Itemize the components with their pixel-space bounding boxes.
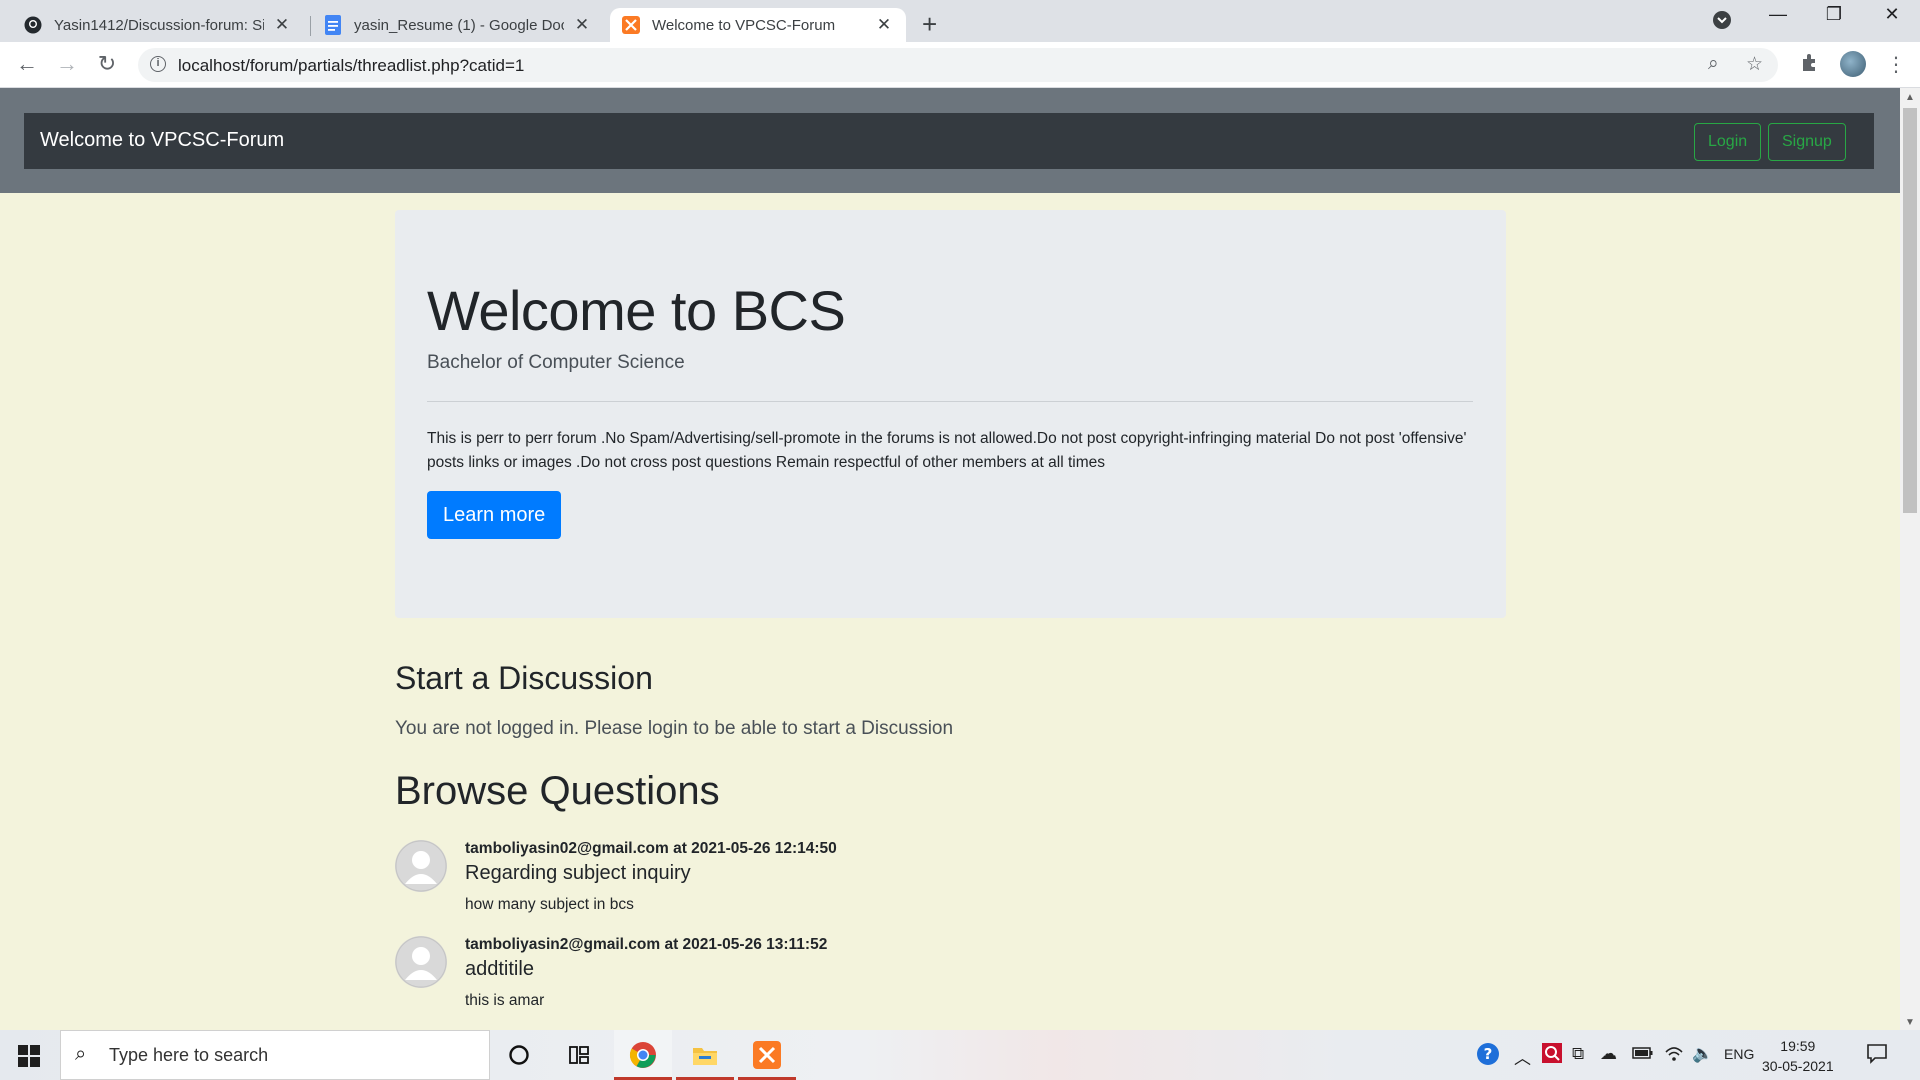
windows-start-icon[interactable]: [18, 1045, 40, 1067]
zoom-icon[interactable]: ⌕: [1708, 53, 1719, 75]
task-view-icon[interactable]: [550, 1030, 608, 1080]
thread-title-link[interactable]: Regarding subject inquiry: [465, 862, 691, 885]
thread-author-time: tamboliyasin02@gmail.com at 2021-05-26 1…: [465, 840, 837, 857]
site-navbar: Welcome to VPCSC-Forum Login Signup: [24, 113, 1874, 169]
taskbar-search-placeholder: Type here to search: [109, 1045, 269, 1065]
category-subtitle: Bachelor of Computer Science: [427, 352, 685, 373]
user-default-avatar-icon: [395, 936, 447, 988]
forward-icon[interactable]: →: [53, 51, 81, 77]
meet-now-icon[interactable]: ⧉: [1572, 1044, 1584, 1064]
tab-title: Welcome to VPCSC-Forum: [652, 16, 836, 34]
tab-search-icon[interactable]: [1702, 10, 1742, 35]
signup-button[interactable]: Signup: [1768, 123, 1846, 161]
tab-github[interactable]: Yasin1412/Discussion-forum: Sim ✕: [12, 8, 304, 42]
show-hidden-icons-icon[interactable]: ︿: [1514, 1044, 1531, 1069]
browse-questions-heading: Browse Questions: [395, 769, 720, 813]
tab-vpcsc-forum[interactable]: Welcome to VPCSC-Forum ✕: [610, 8, 906, 42]
svg-text:?: ?: [1484, 1045, 1493, 1063]
forum-rules: This is perr to perr forum .No Spam/Adve…: [427, 430, 1467, 471]
tab-title: Yasin1412/Discussion-forum: Sim: [54, 16, 264, 34]
search-icon: ⌕: [75, 1043, 87, 1065]
login-button[interactable]: Login: [1694, 123, 1762, 161]
navbar-brand[interactable]: Welcome to VPCSC-Forum: [40, 129, 284, 152]
more-menu-icon[interactable]: ⋮: [1886, 52, 1906, 77]
tab-google-docs[interactable]: yasin_Resume (1) - Google Docs ✕: [312, 8, 604, 42]
learn-more-button[interactable]: Learn more: [427, 491, 562, 539]
scroll-down-arrow-icon[interactable]: ▼: [1905, 1017, 1915, 1028]
thread-description: how many subject in bcs: [465, 896, 634, 913]
wifi-icon[interactable]: [1664, 1044, 1684, 1067]
clock-time: 19:59: [1780, 1038, 1816, 1054]
address-bar[interactable]: i localhost/forum/partials/threadlist.ph…: [138, 48, 1778, 82]
user-default-avatar-icon: [395, 840, 447, 892]
thread-description: this is amar: [465, 992, 545, 1009]
page-scrollbar[interactable]: ▲ ▼: [1900, 88, 1920, 1030]
reload-icon[interactable]: ↻: [93, 51, 121, 77]
xampp-icon: [622, 16, 640, 34]
github-icon: [24, 16, 42, 34]
thread-author-time: tamboliyasin2@gmail.com at 2021-05-26 13…: [465, 936, 828, 953]
chrome-taskbar-icon[interactable]: [614, 1030, 672, 1080]
restore-icon[interactable]: ❐: [1814, 4, 1854, 25]
login-required-message: You are not logged in. Please login to b…: [395, 718, 954, 739]
profile-avatar[interactable]: [1840, 51, 1866, 77]
extensions-icon[interactable]: [1800, 52, 1820, 78]
url-text[interactable]: localhost/forum/partials/threadlist.php?…: [178, 56, 524, 76]
cortana-icon[interactable]: [490, 1030, 548, 1080]
minimize-icon[interactable]: —: [1758, 4, 1798, 25]
back-icon[interactable]: ←: [13, 51, 41, 77]
close-tab-icon[interactable]: ✕: [272, 15, 292, 35]
jumbotron: Welcome to BCS Bachelor of Computer Scie…: [395, 210, 1506, 618]
tab-title: yasin_Resume (1) - Google Docs: [354, 16, 564, 34]
scrollbar-thumb[interactable]: [1903, 108, 1917, 513]
browser-tab-strip: Yasin1412/Discussion-forum: Sim ✕ yasin_…: [0, 0, 1920, 42]
google-docs-icon: [324, 15, 342, 35]
divider: [427, 401, 1473, 402]
taskbar-search[interactable]: ⌕ Type here to search: [60, 1030, 490, 1080]
system-clock[interactable]: 19:59 30-05-2021: [1762, 1036, 1834, 1076]
clock-date: 30-05-2021: [1762, 1058, 1834, 1074]
security-app-icon[interactable]: [1542, 1043, 1562, 1068]
start-discussion-heading: Start a Discussion: [395, 660, 653, 696]
close-window-icon[interactable]: ✕: [1872, 4, 1912, 25]
thread-title-link[interactable]: addtitile: [465, 958, 534, 981]
tab-separator: [310, 16, 311, 36]
xampp-taskbar-icon[interactable]: [738, 1030, 796, 1080]
browser-toolbar: ← → ↻ i localhost/forum/partials/threadl…: [0, 42, 1920, 88]
close-tab-icon[interactable]: ✕: [572, 15, 592, 35]
notifications-icon[interactable]: [1866, 1042, 1888, 1069]
language-indicator[interactable]: ENG: [1724, 1046, 1754, 1062]
help-icon[interactable]: ?: [1476, 1042, 1500, 1071]
windows-taskbar: ⌕ Type here to search ? ︿ ⧉ ☁ 🔈 ENG 19:5…: [0, 1030, 1920, 1080]
category-title: Welcome to BCS: [427, 279, 846, 342]
battery-icon[interactable]: [1632, 1045, 1654, 1065]
close-tab-icon[interactable]: ✕: [874, 15, 894, 35]
scroll-up-arrow-icon[interactable]: ▲: [1905, 92, 1915, 103]
volume-icon[interactable]: 🔈: [1692, 1044, 1713, 1064]
file-explorer-icon[interactable]: [676, 1030, 734, 1080]
new-tab-icon[interactable]: +: [922, 9, 937, 40]
bookmark-star-icon[interactable]: ☆: [1746, 53, 1763, 76]
site-info-icon[interactable]: i: [150, 56, 166, 72]
onedrive-icon[interactable]: ☁: [1600, 1044, 1617, 1064]
